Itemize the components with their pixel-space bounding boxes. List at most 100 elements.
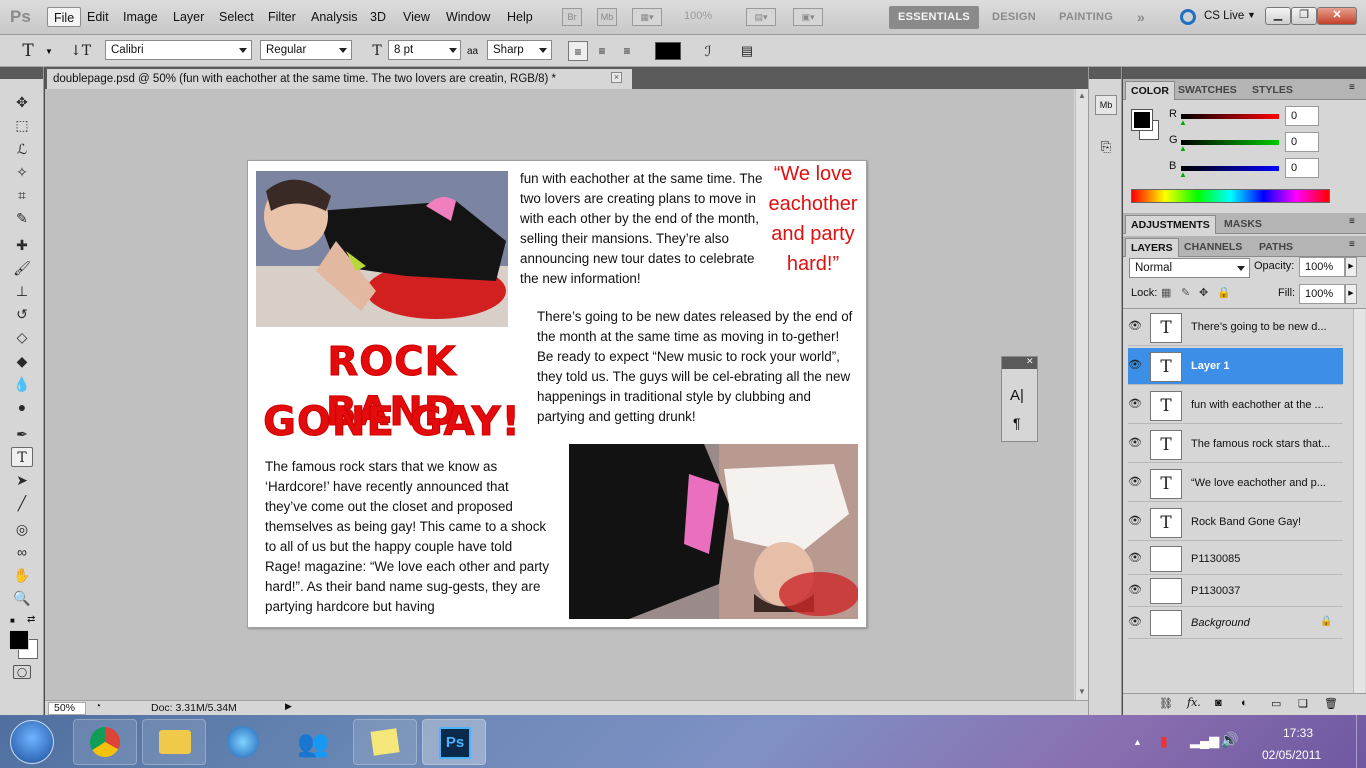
tab-swatches[interactable]: SWATCHES: [1173, 81, 1242, 100]
layer-row[interactable]: 👁 P1130037: [1128, 575, 1343, 607]
history-brush-tool-icon[interactable]: ↺: [11, 304, 33, 324]
channel-r-handle-icon[interactable]: ▲: [1179, 118, 1187, 127]
layer-visibility-eye-icon[interactable]: 👁: [1126, 475, 1144, 491]
opacity-slider-icon[interactable]: ▶: [1345, 257, 1357, 277]
pen-tool-icon[interactable]: ✒: [11, 424, 33, 444]
path-selection-tool-icon[interactable]: ➤: [11, 470, 33, 490]
font-family-select[interactable]: Calibri: [105, 40, 252, 60]
menu-select[interactable]: Select: [213, 7, 260, 27]
type-tool-icon[interactable]: T: [11, 447, 33, 467]
itunes-taskbar-button[interactable]: [211, 719, 275, 765]
article-text-middle[interactable]: There’s going to be new dates released b…: [537, 307, 859, 427]
history-panel-icon[interactable]: ⎘: [1095, 138, 1117, 158]
channel-r-input[interactable]: 0: [1285, 106, 1319, 126]
page[interactable]: fun with eachother at the same time. The…: [247, 160, 867, 628]
explorer-taskbar-button[interactable]: [142, 719, 206, 765]
layer-visibility-eye-icon[interactable]: 👁: [1126, 583, 1144, 599]
clone-stamp-tool-icon[interactable]: ⊥: [11, 281, 33, 301]
layer-row[interactable]: 👁 T fun with eachother at the ...: [1128, 387, 1343, 424]
crop-tool-icon[interactable]: ⌗: [11, 185, 33, 205]
blend-mode-select[interactable]: Normal: [1129, 258, 1250, 278]
new-group-icon[interactable]: ▭: [1271, 697, 1281, 710]
photo-bottom-right[interactable]: [569, 444, 858, 619]
layer-visibility-eye-icon[interactable]: 👁: [1126, 514, 1144, 530]
chevron-down-icon[interactable]: ▼: [45, 47, 53, 56]
messenger-taskbar-button[interactable]: 👥: [281, 719, 345, 765]
menu-3d[interactable]: 3D: [364, 7, 392, 27]
lock-transparency-icon[interactable]: ▦: [1161, 286, 1171, 299]
lasso-tool-icon[interactable]: ℒ: [11, 139, 33, 159]
tools-panel-header[interactable]: [0, 67, 43, 79]
pull-quote[interactable]: “We love eachother and party hard!”: [760, 161, 866, 279]
start-orb-icon[interactable]: [10, 720, 54, 764]
layer-visibility-eye-icon[interactable]: 👁: [1126, 615, 1144, 631]
layer-visibility-eye-icon[interactable]: 👁: [1126, 397, 1144, 413]
layer-row[interactable]: 👁 T Layer 1: [1128, 348, 1343, 385]
opacity-input[interactable]: 100%: [1299, 257, 1345, 277]
zoom-level-readout[interactable]: 100%: [684, 10, 712, 22]
align-center-icon[interactable]: ≡: [592, 41, 612, 61]
type-tool-preset-icon[interactable]: T: [18, 41, 38, 61]
sticky-notes-taskbar-button[interactable]: [353, 719, 417, 765]
menu-file[interactable]: File: [47, 7, 82, 27]
channel-b-slider[interactable]: [1181, 166, 1279, 171]
chrome-taskbar-button[interactable]: [73, 719, 137, 765]
panel-icon-strip-header[interactable]: [1089, 67, 1121, 79]
channel-g-handle-icon[interactable]: ▲: [1179, 144, 1187, 153]
channel-b-input[interactable]: 0: [1285, 158, 1319, 178]
workspace-painting[interactable]: PAINTING: [1050, 6, 1122, 29]
menu-image[interactable]: Image: [117, 7, 164, 27]
network-icon[interactable]: ▂▄▆: [1190, 733, 1219, 749]
panels-header[interactable]: [1123, 67, 1366, 79]
menu-edit[interactable]: Edit: [81, 7, 115, 27]
document-tab[interactable]: doublepage.psd @ 50% (fun with eachother…: [47, 69, 632, 89]
scroll-down-icon[interactable]: ▼: [1078, 687, 1086, 696]
menu-analysis[interactable]: Analysis: [305, 7, 364, 27]
layer-row[interactable]: 👁 T Rock Band Gone Gay!: [1128, 504, 1343, 541]
photoshop-taskbar-button[interactable]: Ps: [422, 719, 486, 765]
arrange-documents-icon[interactable]: ▤▾: [746, 8, 776, 26]
layer-visibility-eye-icon[interactable]: 👁: [1126, 319, 1144, 335]
tab-color[interactable]: COLOR: [1125, 81, 1175, 100]
photo-top-left[interactable]: [256, 171, 508, 327]
align-left-icon[interactable]: ≡: [568, 41, 588, 61]
tray-expand-icon[interactable]: ▲: [1133, 737, 1142, 747]
view-extras-icon[interactable]: ▦▾: [632, 8, 662, 26]
workspace-design[interactable]: DESIGN: [983, 6, 1045, 29]
restore-button[interactable]: ❐: [1291, 7, 1317, 25]
3d-orbit-tool-icon[interactable]: ∞: [11, 542, 33, 562]
paragraph-panel-button-icon[interactable]: ¶: [1013, 415, 1021, 431]
article-text-top[interactable]: fun with eachother at the same time. The…: [520, 169, 770, 289]
close-button[interactable]: ✕: [1317, 7, 1357, 25]
workspace-essentials[interactable]: ESSENTIALS: [889, 6, 980, 29]
clock-date[interactable]: 02/05/2011: [1262, 748, 1321, 762]
workspace-overflow-icon[interactable]: »: [1128, 6, 1154, 29]
adjustment-layer-icon[interactable]: ◐: [1241, 697, 1248, 709]
hand-tool-icon[interactable]: ✋: [11, 565, 33, 585]
fill-input[interactable]: 100%: [1299, 284, 1345, 304]
fill-slider-icon[interactable]: ▶: [1345, 284, 1357, 304]
layer-row[interactable]: 👁 T “We love eachother and p...: [1128, 465, 1343, 502]
healing-brush-tool-icon[interactable]: ✚: [11, 235, 33, 255]
status-info-icon[interactable]: ◔: [95, 701, 101, 712]
layer-visibility-eye-icon[interactable]: 👁: [1126, 358, 1144, 374]
layers-scrollbar[interactable]: [1353, 309, 1365, 693]
color-spectrum-bar[interactable]: [1131, 189, 1330, 203]
channel-r-slider[interactable]: [1181, 114, 1279, 119]
tab-layers[interactable]: LAYERS: [1125, 238, 1179, 257]
line-tool-icon[interactable]: ╱: [11, 493, 33, 513]
canvas-area[interactable]: fun with eachother at the same time. The…: [45, 89, 1074, 701]
battery-icon[interactable]: ▮: [1160, 733, 1168, 750]
lock-all-icon[interactable]: 🔒: [1217, 286, 1231, 299]
tab-masks[interactable]: MASKS: [1219, 215, 1267, 234]
character-panel-button-icon[interactable]: A|: [1010, 387, 1024, 404]
add-mask-icon[interactable]: ◙: [1215, 697, 1222, 709]
text-color-swatch[interactable]: [655, 42, 681, 60]
antialias-select[interactable]: Sharp: [487, 40, 552, 60]
channel-b-handle-icon[interactable]: ▲: [1179, 170, 1187, 179]
tab-adjustments[interactable]: ADJUSTMENTS: [1125, 215, 1216, 234]
menu-view[interactable]: View: [397, 7, 436, 27]
magic-wand-tool-icon[interactable]: ✧: [11, 162, 33, 182]
floating-panel-header[interactable]: ✕: [1002, 356, 1037, 369]
layer-row[interactable]: 👁 T There’s going to be new d...: [1128, 309, 1343, 346]
